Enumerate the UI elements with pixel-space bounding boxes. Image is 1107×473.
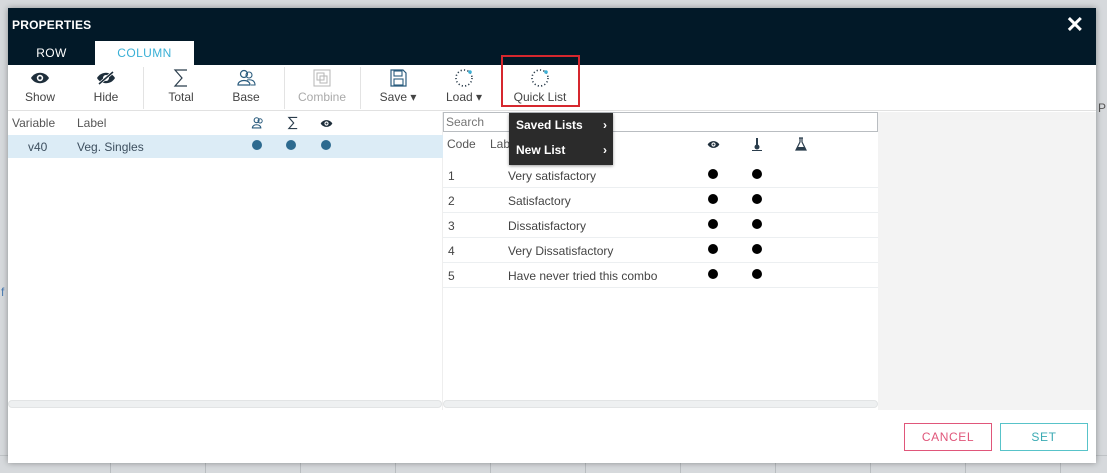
show-button[interactable]: Show	[22, 68, 58, 108]
variable-column-header: Variable	[12, 116, 56, 130]
code-value: 2	[448, 194, 455, 208]
code-row[interactable]: 3 Dissatisfactory	[443, 213, 878, 238]
code-value: 3	[448, 219, 455, 233]
code-value: 1	[448, 169, 455, 183]
tab-row[interactable]: ROW	[8, 41, 95, 65]
save-icon	[390, 69, 407, 87]
eye-icon[interactable]	[320, 117, 333, 130]
base-indicator[interactable]	[252, 140, 262, 150]
users-icon[interactable]	[251, 116, 265, 130]
rank-indicator[interactable]	[752, 244, 762, 254]
save-button[interactable]: Save ▾	[376, 68, 420, 108]
sort-rank-icon[interactable]	[751, 137, 763, 151]
menu-item-new-list[interactable]: New List ›	[509, 138, 613, 163]
rank-indicator[interactable]	[752, 169, 762, 179]
properties-dialog: PROPERTIES ✕ ROW COLUMN Show Hide Total …	[8, 8, 1096, 463]
background-text-fragment: P	[1098, 101, 1107, 115]
quick-list-button[interactable]: Quick List	[509, 68, 571, 108]
show-indicator[interactable]	[321, 140, 331, 150]
menu-item-saved-lists[interactable]: Saved Lists ›	[509, 113, 613, 138]
set-button[interactable]: SET	[1000, 423, 1088, 451]
show-indicator[interactable]	[708, 169, 718, 179]
show-indicator[interactable]	[708, 219, 718, 229]
show-label: Show	[24, 90, 56, 104]
code-value: 4	[448, 244, 455, 258]
combine-button[interactable]: Combine	[296, 68, 348, 108]
show-indicator[interactable]	[708, 269, 718, 279]
eye-icon[interactable]	[707, 138, 720, 151]
quick-list-menu: Saved Lists › New List ›	[509, 113, 613, 165]
dialog-titlebar: PROPERTIES ✕ ROW COLUMN	[8, 8, 1096, 65]
code-label: Very satisfactory	[508, 169, 597, 183]
quick-list-label: Quick List	[513, 90, 567, 104]
variables-header: Variable Label	[8, 112, 442, 134]
menu-item-label: Saved Lists	[516, 118, 583, 132]
code-value: 5	[448, 269, 455, 283]
code-row[interactable]: 1 Very satisfactory	[443, 163, 878, 188]
hide-button[interactable]: Hide	[88, 68, 124, 108]
show-indicator[interactable]	[708, 244, 718, 254]
horizontal-scrollbar[interactable]	[8, 400, 442, 408]
combine-icon	[313, 69, 331, 87]
hide-label: Hide	[93, 90, 119, 104]
total-button[interactable]: Total	[163, 68, 199, 108]
rank-indicator[interactable]	[752, 269, 762, 279]
save-label: Save ▾	[379, 90, 417, 104]
toolbar-divider	[284, 67, 285, 109]
code-row[interactable]: 5 Have never tried this combo	[443, 263, 878, 288]
cancel-button[interactable]: CANCEL	[904, 423, 992, 451]
base-button[interactable]: Base	[228, 68, 264, 108]
sigma-icon	[173, 69, 187, 87]
code-label: Satisfactory	[508, 194, 571, 208]
close-icon[interactable]: ✕	[1066, 14, 1084, 36]
eye-slash-icon	[97, 70, 115, 86]
load-label: Load ▾	[445, 90, 483, 104]
label-column-header: Label	[77, 116, 107, 130]
variable-name: v40	[28, 140, 48, 154]
variable-label: Veg. Singles	[77, 140, 144, 154]
total-label: Total	[168, 90, 194, 104]
users-icon	[237, 69, 256, 86]
menu-item-label: New List	[516, 143, 566, 157]
code-row[interactable]: 4 Very Dissatisfactory	[443, 238, 878, 263]
label-column-header: Lab	[490, 137, 511, 151]
tab-column[interactable]: COLUMN	[95, 41, 194, 65]
empty-panel	[878, 112, 1096, 410]
code-label: Very Dissatisfactory	[508, 244, 614, 258]
horizontal-scrollbar[interactable]	[443, 400, 878, 408]
background-link-fragment: f	[1, 285, 5, 299]
show-indicator[interactable]	[708, 194, 718, 204]
flask-icon[interactable]	[795, 137, 807, 151]
toolbar-divider	[360, 67, 361, 109]
dotted-circle-icon	[455, 69, 473, 87]
toolbar-divider	[143, 67, 144, 109]
code-label: Have never tried this combo	[508, 269, 658, 283]
rank-indicator[interactable]	[752, 194, 762, 204]
eye-icon	[31, 72, 49, 84]
dotted-circle-icon	[531, 69, 549, 87]
dialog-title: PROPERTIES	[12, 18, 92, 32]
chevron-right-icon: ›	[603, 143, 607, 157]
sigma-icon[interactable]	[286, 116, 300, 130]
variables-panel: Variable Label v40 Veg. Singles	[8, 112, 443, 410]
variable-row[interactable]: v40 Veg. Singles	[8, 135, 443, 158]
code-column-header: Code	[447, 137, 476, 151]
code-label: Dissatisfactory	[508, 219, 587, 233]
combine-label: Combine	[297, 90, 347, 104]
code-row[interactable]: 2 Satisfactory	[443, 188, 878, 213]
base-label: Base	[232, 90, 260, 104]
rank-indicator[interactable]	[752, 219, 762, 229]
toolbar: Show Hide Total Base Combine Save ▾ Load…	[8, 65, 1096, 111]
load-button[interactable]: Load ▾	[441, 68, 487, 108]
total-indicator[interactable]	[286, 140, 296, 150]
chevron-right-icon: ›	[603, 118, 607, 132]
